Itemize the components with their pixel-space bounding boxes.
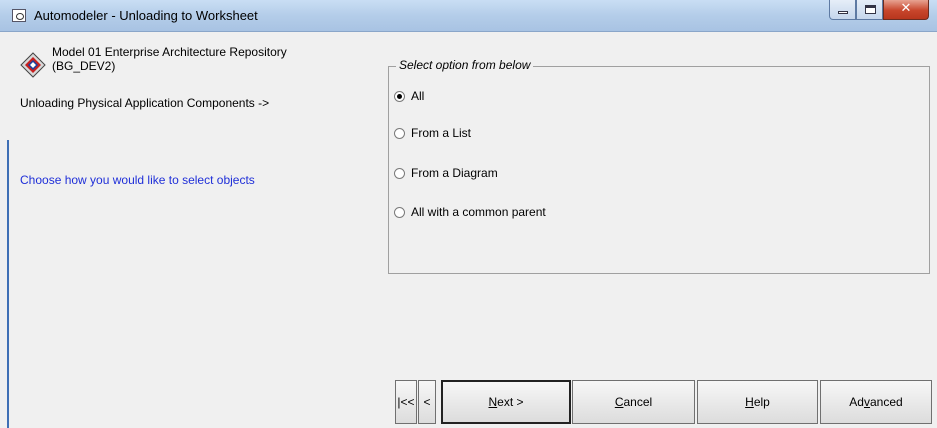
left-accent-line [7, 140, 9, 428]
radio-from-diagram-label: From a Diagram [411, 166, 498, 180]
cancel-rest: ancel [623, 395, 653, 409]
radio-all-label: All [411, 89, 425, 103]
radio-from-diagram[interactable]: From a Diagram [394, 166, 498, 180]
help-button-label: Help [745, 395, 770, 409]
next-button[interactable]: Next > [441, 380, 571, 424]
previous-button[interactable]: < [418, 380, 436, 424]
maximize-button[interactable] [856, 0, 883, 20]
option-groupbox-legend: Select option from below [396, 58, 534, 72]
window-controls: ✕ [829, 0, 929, 21]
next-rest: ext > [497, 395, 524, 409]
next-mnemonic: N [488, 395, 498, 409]
model-diamond-icon [20, 52, 46, 78]
model-name: Model 01 Enterprise Architecture Reposit… [52, 45, 287, 59]
title-bar[interactable]: Automodeler - Unloading to Worksheet ✕ [0, 0, 937, 32]
previous-button-label: < [423, 395, 431, 409]
help-mnemonic: H [745, 395, 754, 409]
unloading-status: Unloading Physical Application Component… [20, 96, 270, 110]
help-button[interactable]: Help [697, 380, 818, 424]
radio-from-list[interactable]: From a List [394, 126, 471, 140]
app-icon[interactable] [12, 9, 26, 22]
advanced-button-label: Advanced [849, 395, 902, 409]
radio-unchecked-icon [394, 127, 405, 139]
first-button-label: |<< [397, 395, 415, 409]
minimize-button[interactable] [829, 0, 856, 20]
advanced-button[interactable]: Advanced [820, 380, 932, 424]
help-rest: elp [753, 395, 770, 409]
cancel-button-label: Cancel [615, 395, 652, 409]
selection-prompt: Choose how you would like to select obje… [20, 173, 255, 187]
next-button-label: Next > [488, 395, 523, 409]
advanced-pre: Ad [849, 395, 864, 409]
minimize-icon [838, 11, 848, 14]
close-button[interactable]: ✕ [883, 0, 929, 20]
close-icon: ✕ [900, 1, 912, 16]
advanced-post: anced [869, 395, 903, 409]
cancel-button[interactable]: Cancel [572, 380, 695, 424]
first-button[interactable]: |<< [395, 380, 417, 424]
radio-all[interactable]: All [394, 89, 424, 103]
window-title: Automodeler - Unloading to Worksheet [34, 8, 258, 23]
radio-checked-icon [394, 90, 405, 102]
model-database: (BG_DEV2) [52, 59, 116, 73]
maximize-icon [865, 5, 876, 14]
radio-common-parent[interactable]: All with a common parent [394, 205, 546, 219]
radio-common-parent-label: All with a common parent [411, 205, 546, 219]
radio-unchecked-icon [394, 167, 405, 179]
radio-from-list-label: From a List [411, 126, 472, 140]
radio-unchecked-icon [394, 206, 405, 218]
